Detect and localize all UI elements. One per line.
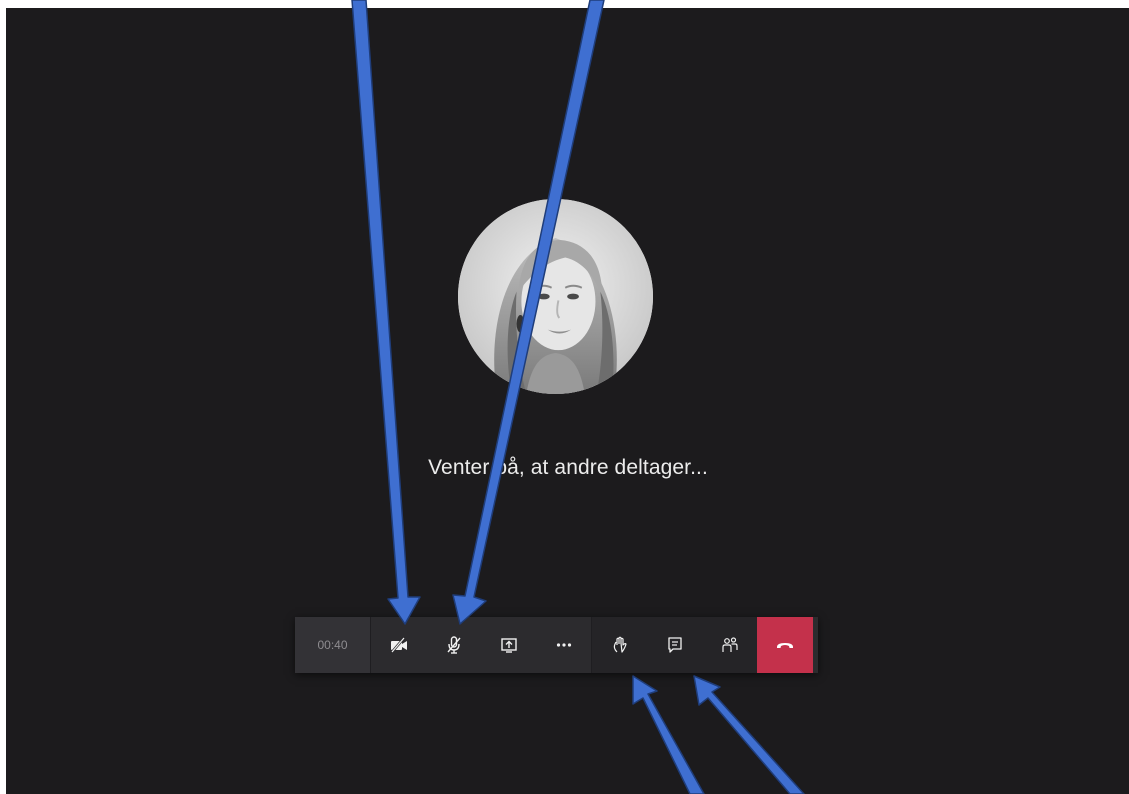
call-toolbar: 00:40: [295, 617, 818, 673]
raise-hand-icon: [613, 636, 627, 653]
raise-hand-button[interactable]: [592, 617, 647, 673]
mic-off-icon: [446, 636, 461, 654]
more-actions-button[interactable]: [536, 617, 591, 673]
meeting-stage: Venter på, at andre deltager... 00:40: [6, 8, 1129, 794]
people-icon: [721, 637, 738, 652]
more-icon: [556, 643, 571, 647]
participants-button[interactable]: [702, 617, 757, 673]
chat-button[interactable]: [647, 617, 702, 673]
call-timer: 00:40: [295, 617, 371, 673]
participant-avatar: [458, 199, 653, 394]
hang-up-button[interactable]: [757, 617, 813, 673]
chat-icon: [667, 637, 682, 653]
waiting-status-text: Venter på, at andre deltager...: [428, 456, 708, 479]
hang-up-icon: [777, 643, 793, 648]
mic-muted-button[interactable]: [426, 617, 481, 673]
share-screen-button[interactable]: [481, 617, 536, 673]
avatar-photo: [458, 199, 653, 394]
share-screen-icon: [500, 638, 517, 653]
camera-off-icon: [390, 637, 407, 653]
camera-off-button[interactable]: [371, 617, 426, 673]
